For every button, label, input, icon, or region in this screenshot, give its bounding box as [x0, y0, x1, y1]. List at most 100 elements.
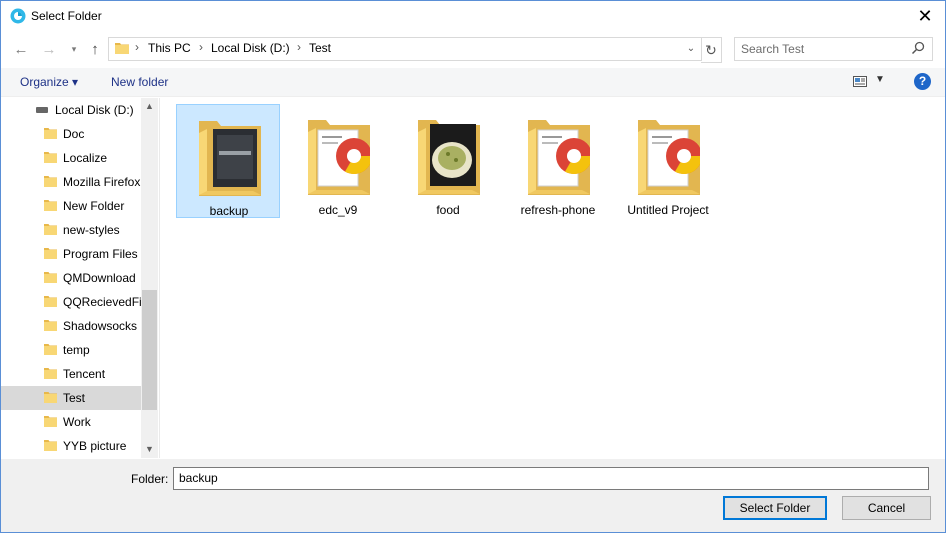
view-options-chevron-icon[interactable]: ▼ — [875, 74, 885, 85]
nav-item-doc[interactable]: Doc — [1, 122, 141, 146]
folder-icon — [44, 128, 57, 139]
folder-icon — [44, 368, 57, 379]
nav-item-qqrecievedfil[interactable]: QQRecievedFil — [1, 290, 145, 314]
breadcrumb-local-disk[interactable]: Local Disk (D:) — [211, 41, 290, 55]
folder-icon — [638, 120, 700, 195]
title-bar: Select Folder ✕ — [1, 1, 945, 32]
nav-item-new-styles[interactable]: new-styles — [1, 218, 141, 242]
folder-icon — [418, 120, 480, 195]
nav-item-label: Doc — [63, 127, 85, 141]
folder-icon — [44, 152, 57, 163]
folder-icon — [44, 272, 57, 283]
new-folder-button[interactable]: New folder — [111, 75, 168, 89]
breadcrumb-chevron-icon: › — [135, 40, 139, 54]
cancel-button[interactable]: Cancel — [842, 496, 931, 520]
folder-item-label: backup — [209, 204, 249, 218]
nav-item-label: Mozilla Firefox — [63, 175, 141, 189]
change-view-icon[interactable] — [853, 76, 867, 87]
folder-name-value: backup — [179, 471, 218, 485]
select-folder-dialog: Select Folder ✕ ← → ▾ ↑ › This PC › Loca… — [0, 0, 946, 533]
navigation-scrollbar[interactable]: ▲ ▼ — [141, 98, 158, 458]
nav-item-label: new-styles — [63, 223, 120, 237]
breadcrumb-test[interactable]: Test — [309, 41, 331, 55]
folder-icon — [44, 344, 57, 355]
address-dropdown-icon[interactable]: ⌄ — [684, 40, 698, 58]
breadcrumb-chevron-icon: › — [199, 40, 203, 54]
nav-item-test[interactable]: Test — [1, 386, 141, 410]
select-folder-button[interactable]: Select Folder — [723, 496, 827, 520]
folder-item-label: refresh-phone — [520, 203, 596, 217]
nav-item-new-folder[interactable]: New Folder — [1, 194, 141, 218]
scroll-up-icon[interactable]: ▲ — [141, 98, 158, 115]
nav-item-label: QMDownload — [63, 271, 136, 285]
folder-item-label: food — [436, 203, 460, 217]
folder-icon — [528, 120, 590, 195]
close-icon[interactable]: ✕ — [905, 1, 945, 31]
nav-item-qmdownload[interactable]: QMDownload — [1, 266, 141, 290]
nav-item-label: Shadowsocks — [63, 319, 138, 333]
nav-item-label: temp — [63, 343, 90, 357]
nav-item-label: Work — [63, 415, 91, 429]
breadcrumb-this-pc[interactable]: This PC — [148, 41, 191, 55]
address-bar[interactable]: › This PC › Local Disk (D:) › Test ⌄ — [108, 37, 702, 61]
nav-item-label: Local Disk (D:) — [55, 103, 134, 117]
folder-icon — [44, 320, 57, 331]
organize-button[interactable]: Organize ▾ — [20, 75, 78, 89]
folder-icon — [44, 248, 57, 259]
folder-item-label: edc_v9 — [318, 203, 358, 217]
app-icon — [10, 8, 26, 24]
recent-locations-chevron-icon[interactable]: ▾ — [64, 38, 84, 60]
breadcrumb-chevron-icon: › — [297, 40, 301, 54]
folder-label: Folder: — [131, 472, 169, 486]
folder-icon — [308, 120, 370, 195]
nav-item-shadowsocks[interactable]: Shadowsocks — [1, 314, 141, 338]
scroll-down-icon[interactable]: ▼ — [141, 441, 158, 458]
nav-item-mozilla-firefox[interactable]: Mozilla Firefox — [1, 170, 141, 194]
refresh-icon[interactable]: ↻ — [701, 37, 722, 63]
folder-icon — [44, 416, 57, 427]
nav-item-label: New Folder — [63, 199, 125, 213]
nav-item-yyb-picture[interactable]: YYB picture — [1, 434, 141, 458]
navigation-pane[interactable]: Local Disk (D:) Doc Localize Mozilla Firef… — [1, 98, 159, 458]
forward-arrow-icon[interactable]: → — [39, 38, 59, 60]
search-icon — [911, 41, 925, 55]
nav-item-label: YYB picture — [63, 439, 127, 453]
folder-icon — [44, 176, 57, 187]
back-arrow-icon[interactable]: ← — [11, 38, 31, 60]
window-title: Select Folder — [31, 9, 102, 23]
folder-item-food[interactable]: food — [396, 104, 500, 218]
pane-divider[interactable] — [159, 98, 160, 458]
folder-icon — [44, 392, 57, 403]
folder-item-label: Untitled Project — [627, 203, 709, 217]
nav-item-temp[interactable]: temp — [1, 338, 141, 362]
folder-item-edc-v9[interactable]: edc_v9 — [286, 104, 390, 218]
folder-icon — [44, 200, 57, 211]
command-toolbar: Organize ▾ New folder ▼ ? — [1, 68, 945, 97]
drive-icon — [36, 107, 48, 113]
folder-icon — [44, 224, 57, 235]
nav-item-local-disk[interactable]: Local Disk (D:) — [1, 98, 141, 122]
folder-name-field[interactable]: backup — [173, 467, 929, 490]
search-input[interactable]: Search Test — [734, 37, 933, 61]
folder-icon — [199, 121, 261, 196]
up-arrow-icon[interactable]: ↑ — [85, 38, 105, 60]
folder-item-refresh-phone[interactable]: refresh-phone — [506, 104, 610, 218]
dialog-footer: Folder: backup Select Folder Cancel — [1, 459, 945, 532]
nav-item-label: Tencent — [63, 367, 106, 381]
folder-item-backup[interactable]: backup — [176, 104, 280, 218]
nav-item-label: Test — [63, 391, 86, 405]
folder-item-untitled-project[interactable]: Untitled Project — [616, 104, 720, 218]
nav-item-program-files[interactable]: Program Files ( — [1, 242, 145, 266]
scroll-thumb[interactable] — [142, 290, 157, 410]
help-icon[interactable]: ? — [914, 73, 931, 90]
folder-icon — [115, 43, 129, 54]
folder-icon — [44, 296, 57, 307]
nav-item-localize[interactable]: Localize — [1, 146, 141, 170]
nav-item-label: QQRecievedFil — [63, 295, 145, 309]
nav-item-work[interactable]: Work — [1, 410, 141, 434]
search-placeholder: Search Test — [741, 42, 805, 56]
nav-item-tencent[interactable]: Tencent — [1, 362, 141, 386]
nav-item-label: Program Files ( — [63, 247, 146, 261]
nav-item-label: Localize — [63, 151, 108, 165]
folder-icon — [44, 440, 57, 451]
